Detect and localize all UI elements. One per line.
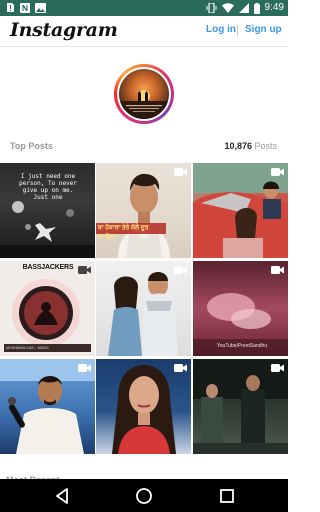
- battery-icon: [253, 2, 260, 14]
- video-camera-icon: [271, 364, 284, 372]
- post-tile[interactable]: I just need one person, To never give up…: [0, 163, 95, 258]
- top-posts-header: Top Posts 10,876 Posts: [0, 138, 288, 156]
- post-tile[interactable]: YouTube/PreetSandhu: [193, 261, 288, 356]
- video-camera-icon: [271, 168, 284, 176]
- wifi-icon: [221, 3, 234, 13]
- post-tile[interactable]: ਬਾ ਹੋਕਾਰਾ ਤੇਰੇ ਕੋਲੇ ਦੂਰ ਦਾ ਫ਼ੁੱਕਾ: [96, 163, 191, 258]
- post-tile[interactable]: [193, 359, 288, 454]
- video-camera-icon: [78, 266, 91, 274]
- recents-icon[interactable]: [217, 486, 237, 506]
- video-camera-icon: [78, 364, 91, 372]
- hashtag-avatar[interactable]: [114, 64, 174, 124]
- status-right-icons: 9:49: [206, 1, 284, 15]
- back-icon[interactable]: [52, 486, 72, 506]
- video-camera-icon: [271, 266, 284, 274]
- system-navigation-bar: [0, 479, 288, 512]
- post-tile[interactable]: BASSJACKERS MOSHIMAN·DAS...·MUSIC: [0, 261, 95, 356]
- top-posts-label: Top Posts: [10, 141, 53, 151]
- video-camera-icon: [174, 168, 187, 176]
- vibrate-icon: [206, 3, 217, 13]
- header-divider: [237, 25, 238, 36]
- post-caption: I just need one person, To never give up…: [19, 173, 77, 201]
- post-subcaption: MOSHIMAN·DAS...·MUSIC: [6, 346, 49, 350]
- login-link[interactable]: Log in: [206, 24, 236, 35]
- video-camera-icon: [174, 364, 187, 372]
- signup-link[interactable]: Sign up: [245, 24, 282, 35]
- video-camera-icon: [174, 266, 187, 274]
- posts-grid: I just need one person, To never give up…: [0, 163, 288, 455]
- post-caption: YouTube/PreetSandhu: [216, 343, 268, 349]
- post-caption: BASSJACKERS: [22, 264, 74, 271]
- notification-n-icon: [20, 2, 30, 13]
- photo-icon: [35, 2, 46, 13]
- post-tile[interactable]: [96, 359, 191, 454]
- instagram-logo[interactable]: Instagram: [10, 19, 118, 41]
- status-left-icons: [6, 2, 46, 13]
- signal-icon: [238, 3, 249, 13]
- status-bar: 9:49: [0, 0, 288, 16]
- app-header: Instagram Log in Sign up: [0, 16, 288, 47]
- sunset-couple-avatar: [119, 69, 169, 119]
- posts-count: 10,876 Posts: [224, 141, 277, 151]
- sim-card-alert-icon: [7, 3, 14, 12]
- post-tile[interactable]: [0, 359, 95, 454]
- post-tile[interactable]: [96, 261, 191, 356]
- home-icon[interactable]: [134, 486, 154, 506]
- post-caption: ਬਾ ਹੋਕਾਰਾ ਤੇਰੇ ਕੋਲੇ ਦੂਰ ਦਾ ਫ਼ੁੱਕਾ: [98, 225, 149, 240]
- status-time: 9:49: [264, 2, 284, 13]
- post-tile[interactable]: [193, 163, 288, 258]
